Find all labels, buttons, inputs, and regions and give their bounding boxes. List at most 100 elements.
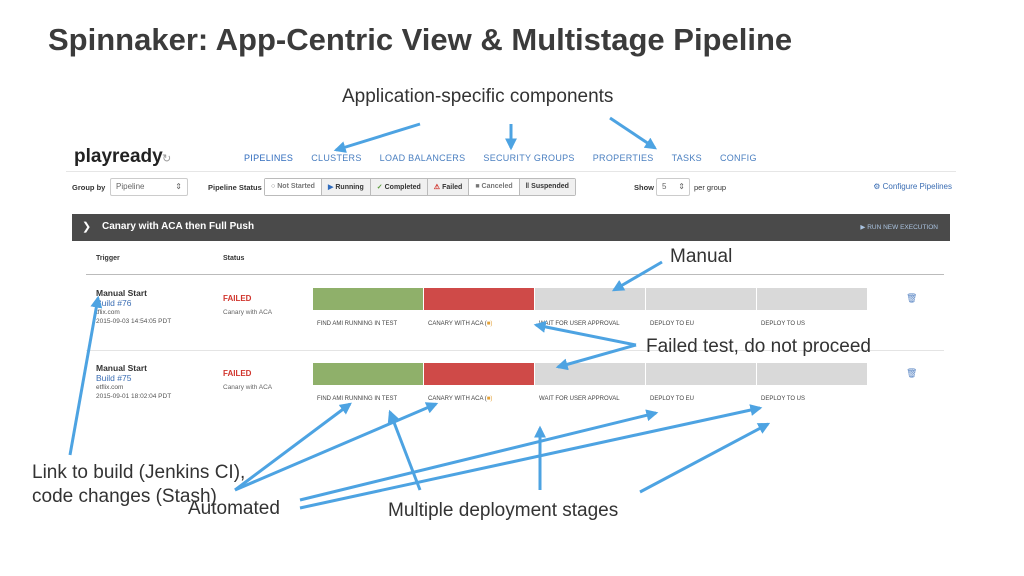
refresh-icon[interactable]: ↻ (162, 152, 171, 165)
status-label: Suspended (531, 183, 569, 190)
trash-icon[interactable]: 🗑 (906, 293, 917, 304)
status-suspended-toggle[interactable]: ‖ Suspended (519, 179, 575, 195)
show-label: Show (634, 183, 654, 192)
tab-tasks[interactable]: TASKS (672, 153, 702, 163)
per-group-label: per group (694, 183, 727, 192)
callout-failed: Failed test, do not proceed (646, 336, 871, 357)
stage-label: FIND AMI RUNNING IN TEST (317, 321, 398, 327)
pipeline-status-label: Pipeline Status (208, 183, 262, 192)
stage-bar-deploy-eu[interactable] (646, 363, 756, 385)
check-icon: ✓ (376, 184, 383, 191)
build-link[interactable]: Build #76 (96, 298, 131, 308)
stage-label: CANARY WITH ACA (■) (428, 321, 492, 327)
callout-manual: Manual (670, 246, 733, 267)
stage-label-suffix: ■) (486, 396, 493, 402)
status-filter-group: ○ Not Started ▶ Running ✓ Completed ⚠ Failed… (264, 178, 576, 196)
tab-config[interactable]: CONFIG (720, 153, 757, 163)
select-caret-icon: ⇕ (175, 182, 182, 191)
tab-pipelines[interactable]: PIPELINES (244, 153, 293, 163)
tab-clusters[interactable]: CLUSTERS (311, 153, 361, 163)
play-icon: ▶ (327, 184, 334, 191)
group-by-select[interactable]: Pipeline ⇕ (110, 178, 188, 196)
pipeline-group-header[interactable]: ❯ Canary with ACA then Full Push ▶ RUN N… (72, 214, 950, 241)
stage-bars (313, 363, 868, 385)
trigger-time: 2015-09-03 14:54:05 PDT (96, 318, 172, 325)
execution-row: Manual Start Build #75 etflix.com 2015-0… (86, 363, 944, 433)
stage-label: CANARY WITH ACA (■) (428, 396, 492, 402)
stage-label-text: CANARY WITH ACA ( (428, 396, 487, 402)
gear-icon: ⚙ (873, 182, 881, 191)
callout-components: Application-specific components (342, 86, 614, 107)
show-count-select[interactable]: 5 ⇕ (656, 178, 690, 196)
pipeline-group-title: Canary with ACA then Full Push (102, 221, 255, 232)
trigger-time: 2015-09-01 18:02:04 PDT (96, 393, 172, 400)
tab-properties[interactable]: PROPERTIES (593, 153, 654, 163)
execution-pipeline: Canary with ACA (223, 384, 273, 391)
trigger-user: tflix.com (96, 309, 120, 316)
stage-bar-canary[interactable] (424, 288, 534, 310)
trash-icon[interactable]: 🗑 (906, 368, 917, 379)
status-label: Failed (442, 184, 463, 191)
stage-label: DEPLOY TO EU (650, 321, 695, 327)
select-caret-icon: ⇕ (678, 182, 685, 191)
pause-icon: ‖ (525, 183, 530, 190)
status-completed-toggle[interactable]: ✓ Completed (370, 179, 428, 195)
build-link[interactable]: Build #75 (96, 373, 131, 383)
stage-bar-find-ami[interactable] (313, 288, 423, 310)
configure-label: Configure Pipelines (882, 182, 952, 191)
status-canceled-toggle[interactable]: ■ Canceled (469, 179, 520, 195)
arrow-stages-3 (639, 422, 771, 494)
status-label: Not Started (277, 183, 315, 190)
callout-automated: Automated (188, 498, 280, 519)
tab-load-balancers[interactable]: LOAD BALANCERS (380, 153, 466, 163)
stage-label-text: CANARY WITH ACA ( (428, 321, 487, 327)
column-status: Status (223, 255, 245, 262)
stage-label: WAIT FOR USER APPROVAL (539, 321, 620, 327)
app-nav: PIPELINES CLUSTERS LOAD BALANCERS SECURI… (244, 153, 757, 163)
slide-title: Spinnaker: App-Centric View & Multistage… (48, 22, 793, 57)
app-screenshot: playready ↻ PIPELINES CLUSTERS LOAD BALA… (66, 140, 956, 410)
group-by-value: Pipeline (116, 182, 145, 191)
app-name: playready (74, 146, 163, 167)
status-label: Running (335, 184, 364, 191)
column-trigger: Trigger (96, 255, 120, 262)
stage-label: WAIT FOR USER APPROVAL (539, 396, 620, 402)
callout-link-line1: Link to build (Jenkins CI), (32, 462, 246, 483)
stage-label: FIND AMI RUNNING IN TEST (317, 396, 398, 402)
status-running-toggle[interactable]: ▶ Running (321, 179, 371, 195)
execution-status: FAILED (223, 294, 252, 303)
configure-pipelines-link[interactable]: ⚙ Configure Pipelines (873, 182, 952, 191)
stage-label: DEPLOY TO US (761, 396, 806, 402)
stage-bar-wait-approval[interactable] (535, 288, 645, 310)
stage-label: DEPLOY TO EU (650, 396, 695, 402)
chevron-down-icon[interactable]: ❯ (82, 220, 91, 233)
stage-bar-deploy-us[interactable] (757, 288, 867, 310)
nav-divider (66, 171, 956, 172)
stage-bar-find-ami[interactable] (313, 363, 423, 385)
trigger-title: Manual Start (96, 288, 148, 298)
tab-security-groups[interactable]: SECURITY GROUPS (483, 153, 574, 163)
show-count-value: 5 (662, 182, 667, 191)
trigger-user: etflix.com (96, 384, 124, 391)
status-label: Canceled (481, 183, 513, 190)
status-failed-toggle[interactable]: ⚠ Failed (427, 179, 470, 195)
status-label: Completed (384, 184, 421, 191)
group-by-label: Group by (72, 183, 106, 192)
stage-bar-deploy-us[interactable] (757, 363, 867, 385)
filter-bar: Group by Pipeline ⇕ Pipeline Status ○ Not… (72, 178, 956, 198)
stage-bar-wait-approval[interactable] (535, 363, 645, 385)
status-not-started-toggle[interactable]: ○ Not Started (265, 179, 322, 195)
stage-label: DEPLOY TO US (761, 321, 806, 327)
warning-icon: ⚠ (433, 184, 441, 191)
execution-pipeline: Canary with ACA (223, 309, 273, 316)
run-new-execution-button[interactable]: ▶ RUN NEW EXECUTION (860, 223, 938, 231)
stage-bar-canary[interactable] (424, 363, 534, 385)
stage-bar-deploy-eu[interactable] (646, 288, 756, 310)
circle-icon: ○ (271, 183, 276, 190)
stage-label-suffix: ■) (486, 321, 493, 327)
callout-stages: Multiple deployment stages (388, 500, 619, 521)
header-divider (86, 274, 944, 275)
square-icon: ■ (475, 183, 480, 190)
trigger-title: Manual Start (96, 363, 148, 373)
execution-status: FAILED (223, 369, 252, 378)
